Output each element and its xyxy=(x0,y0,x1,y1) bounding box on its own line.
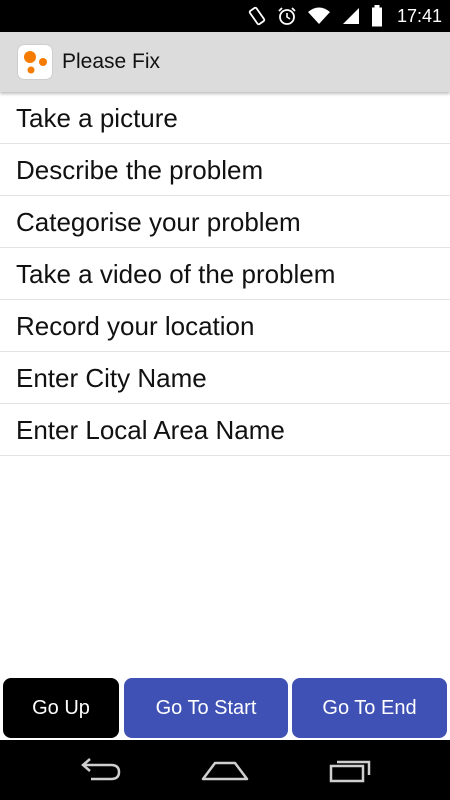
status-bar: 17:41 xyxy=(0,0,450,32)
menu-list: Take a picture Describe the problem Cate… xyxy=(0,92,450,456)
list-item-categorise-problem[interactable]: Categorise your problem xyxy=(0,196,450,248)
list-item-record-location[interactable]: Record your location xyxy=(0,300,450,352)
list-item-local-area-name[interactable]: Enter Local Area Name xyxy=(0,404,450,456)
recent-apps-icon[interactable] xyxy=(310,740,390,800)
wifi-icon xyxy=(307,6,331,26)
home-icon[interactable] xyxy=(185,740,265,800)
rotate-icon xyxy=(247,6,267,26)
signal-icon xyxy=(341,6,361,26)
bottom-button-row: Go Up Go To Start Go To End xyxy=(0,678,450,738)
app-title: Please Fix xyxy=(62,50,161,73)
go-to-start-button[interactable]: Go To Start xyxy=(124,678,288,738)
list-item-city-name[interactable]: Enter City Name xyxy=(0,352,450,404)
list-item-take-video[interactable]: Take a video of the problem xyxy=(0,248,450,300)
go-to-end-button[interactable]: Go To End xyxy=(292,678,447,738)
back-icon[interactable] xyxy=(60,740,140,800)
app-logo-icon[interactable] xyxy=(18,45,52,79)
system-nav-bar xyxy=(0,740,450,800)
status-time: 17:41 xyxy=(396,5,442,26)
status-icons: 17:41 xyxy=(247,0,442,32)
list-item-describe-problem[interactable]: Describe the problem xyxy=(0,144,450,196)
alarm-icon xyxy=(277,6,297,26)
list-item-take-picture[interactable]: Take a picture xyxy=(0,92,450,144)
app-bar: Please Fix xyxy=(0,32,450,92)
battery-icon xyxy=(371,5,383,27)
go-up-button[interactable]: Go Up xyxy=(3,678,119,738)
